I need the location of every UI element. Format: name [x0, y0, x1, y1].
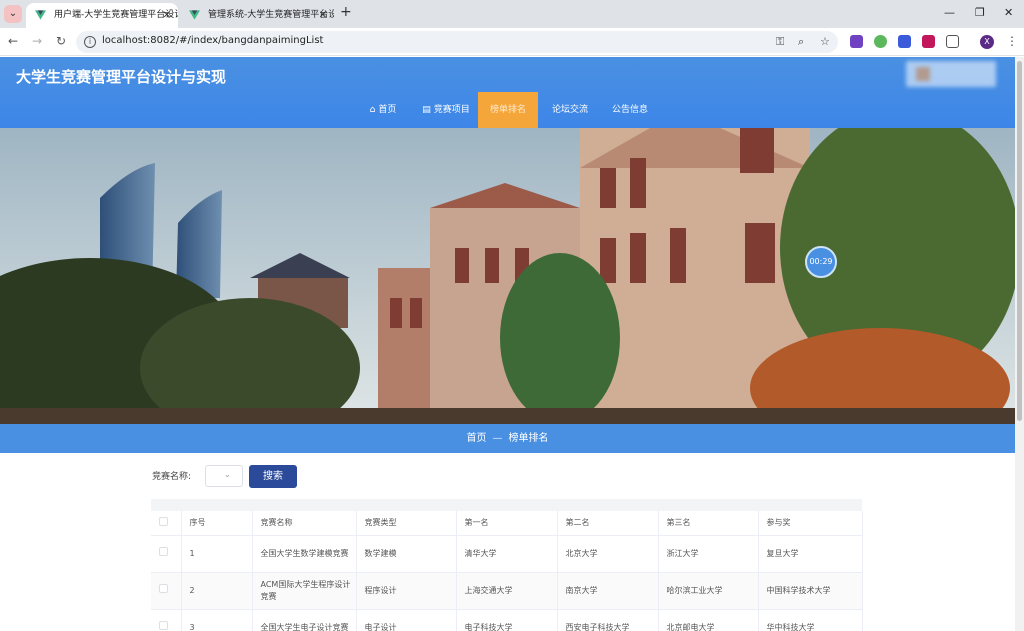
forward-arrow-icon[interactable]: →	[32, 34, 42, 48]
table-row[interactable]: 3 全国大学生电子设计竞赛 电子设计 电子科技大学 西安电子科技大学 北京邮电大…	[151, 609, 863, 631]
banner-image: 00:29	[0, 128, 1015, 424]
cell-second: 西安电子科技大学	[557, 609, 659, 631]
cell-participation: 中国科学技术大学	[758, 572, 863, 610]
cell-name: 全国大学生电子设计竞赛	[252, 609, 357, 631]
breadcrumb-home[interactable]: 首页	[467, 433, 487, 444]
new-tab-plus-icon[interactable]: +	[340, 4, 352, 20]
vue-favicon-icon	[189, 10, 200, 20]
nav-item-notices[interactable]: 公告信息	[602, 92, 658, 128]
table-header-row: 序号 竞赛名称 竞赛类型 第一名 第二名 第三名 参与奖	[151, 511, 863, 536]
tab-search-button[interactable]: ⌄	[4, 5, 22, 23]
nav-item-home[interactable]: ⌂ 首页	[352, 92, 414, 128]
cell-second: 北京大学	[557, 535, 659, 573]
cell-type: 数学建模	[356, 535, 457, 573]
close-icon[interactable]: ✕	[319, 3, 327, 28]
cell-name: 全国大学生数学建模竞赛	[252, 535, 357, 573]
minimize-icon[interactable]: —	[944, 6, 955, 19]
page-content: 大学生竞赛管理平台设计与实现 ⌂ 首页 ▤ 竞赛项目 榜单排名 论坛交流 公告信息	[0, 57, 1015, 631]
cell-index: 1	[181, 535, 253, 573]
breadcrumb: 首页 — 榜单排名	[0, 424, 1015, 453]
zoom-icon[interactable]: ⌕	[798, 35, 804, 49]
table-row[interactable]: 1 全国大学生数学建模竞赛 数学建模 清华大学 北京大学 浙江大学 复旦大学	[151, 535, 863, 573]
user-info-blurred[interactable]	[906, 61, 996, 87]
ranking-table: 序号 竞赛名称 竞赛类型 第一名 第二名 第三名 参与奖 1 全国大学生数学建模…	[151, 499, 863, 631]
row-checkbox[interactable]	[159, 547, 168, 556]
chevron-down-icon: ⌄	[224, 470, 231, 479]
cell-index: 3	[181, 609, 253, 631]
row-checkbox[interactable]	[159, 584, 168, 593]
reload-icon[interactable]: ↻	[56, 34, 66, 48]
tab-title: 管理系统-大学生竞赛管理平台设	[208, 10, 334, 20]
search-label: 竞赛名称:	[152, 472, 192, 482]
cell-index: 2	[181, 572, 253, 610]
site-info-icon[interactable]: i	[84, 36, 96, 48]
timer-badge: 00:29	[805, 246, 837, 278]
extension-icon[interactable]	[898, 35, 911, 48]
column-header: 竞赛类型	[356, 511, 457, 536]
nav-item-forum[interactable]: 论坛交流	[538, 92, 602, 128]
cell-third: 北京邮电大学	[658, 609, 759, 631]
column-header: 竞赛名称	[252, 511, 357, 536]
cell-name: ACM国际大学生程序设计竞赛	[252, 572, 357, 610]
password-key-icon[interactable]: ⚿	[776, 35, 784, 49]
table-row[interactable]: 2 ACM国际大学生程序设计竞赛 程序设计 上海交通大学 南京大学 哈尔滨工业大…	[151, 572, 863, 610]
browser-tab-bar: ⌄ 用户端-大学生竞赛管理平台设计 ✕ 管理系统-大学生竞赛管理平台设 ✕ + …	[0, 0, 1024, 28]
browser-menu-icon[interactable]: ⋮	[1006, 34, 1018, 48]
breadcrumb-separator: —	[492, 433, 503, 444]
close-icon[interactable]: ✕	[163, 3, 171, 28]
profile-avatar[interactable]: X	[980, 35, 994, 49]
search-button[interactable]: 搜索	[249, 465, 297, 488]
url-text[interactable]: localhost:8082/#/index/bangdanpaimingLis…	[102, 35, 323, 46]
column-header: 第三名	[658, 511, 759, 536]
column-header: 序号	[181, 511, 253, 536]
nav-item-rankings[interactable]: 榜单排名	[478, 92, 538, 128]
home-icon: ⌂	[369, 105, 376, 115]
extension-icon[interactable]	[874, 35, 887, 48]
list-icon: ▤	[422, 105, 431, 115]
cell-second: 南京大学	[557, 572, 659, 610]
browser-tab-user[interactable]: 用户端-大学生竞赛管理平台设计 ✕	[26, 3, 178, 28]
nav-item-competitions[interactable]: ▤ 竞赛项目	[414, 92, 478, 128]
site-title: 大学生竞赛管理平台设计与实现	[16, 68, 227, 86]
tab-title: 用户端-大学生竞赛管理平台设计	[54, 10, 178, 20]
select-all-checkbox[interactable]	[159, 517, 168, 527]
bookmark-star-icon[interactable]: ☆	[820, 35, 830, 48]
column-header: 参与奖	[758, 511, 863, 536]
extensions-puzzle-icon[interactable]	[946, 35, 959, 48]
cell-first: 清华大学	[456, 535, 558, 573]
cell-third: 哈尔滨工业大学	[658, 572, 759, 610]
vue-favicon-icon	[35, 10, 46, 20]
cell-participation: 华中科技大学	[758, 609, 863, 631]
cell-first: 电子科技大学	[456, 609, 558, 631]
cell-first: 上海交通大学	[456, 572, 558, 610]
column-header: 第二名	[557, 511, 659, 536]
campus-photo	[0, 128, 1015, 424]
cell-type: 电子设计	[356, 609, 457, 631]
browser-toolbar: ← → ↻ i localhost:8082/#/index/bangdanpa…	[0, 28, 1024, 56]
breadcrumb-current: 榜单排名	[508, 433, 549, 444]
cell-type: 程序设计	[356, 572, 457, 610]
window-close-icon[interactable]: ✕	[1004, 6, 1013, 19]
extension-icon[interactable]	[922, 35, 935, 48]
scrollbar-thumb[interactable]	[1017, 61, 1022, 421]
back-arrow-icon[interactable]: ←	[8, 34, 18, 48]
cell-participation: 复旦大学	[758, 535, 863, 573]
column-header: 第一名	[456, 511, 558, 536]
extension-icon[interactable]	[850, 35, 863, 48]
page-scrollbar[interactable]	[1015, 57, 1024, 631]
cell-third: 浙江大学	[658, 535, 759, 573]
competition-name-select[interactable]: ⌄	[205, 465, 243, 487]
browser-tab-admin[interactable]: 管理系统-大学生竞赛管理平台设 ✕	[180, 3, 334, 28]
row-checkbox[interactable]	[159, 621, 168, 630]
site-header: 大学生竞赛管理平台设计与实现 ⌂ 首页 ▤ 竞赛项目 榜单排名 论坛交流 公告信息	[0, 57, 1015, 128]
address-bar[interactable]: i localhost:8082/#/index/bangdanpaimingL…	[76, 31, 838, 53]
restore-icon[interactable]: ❐	[975, 6, 985, 19]
